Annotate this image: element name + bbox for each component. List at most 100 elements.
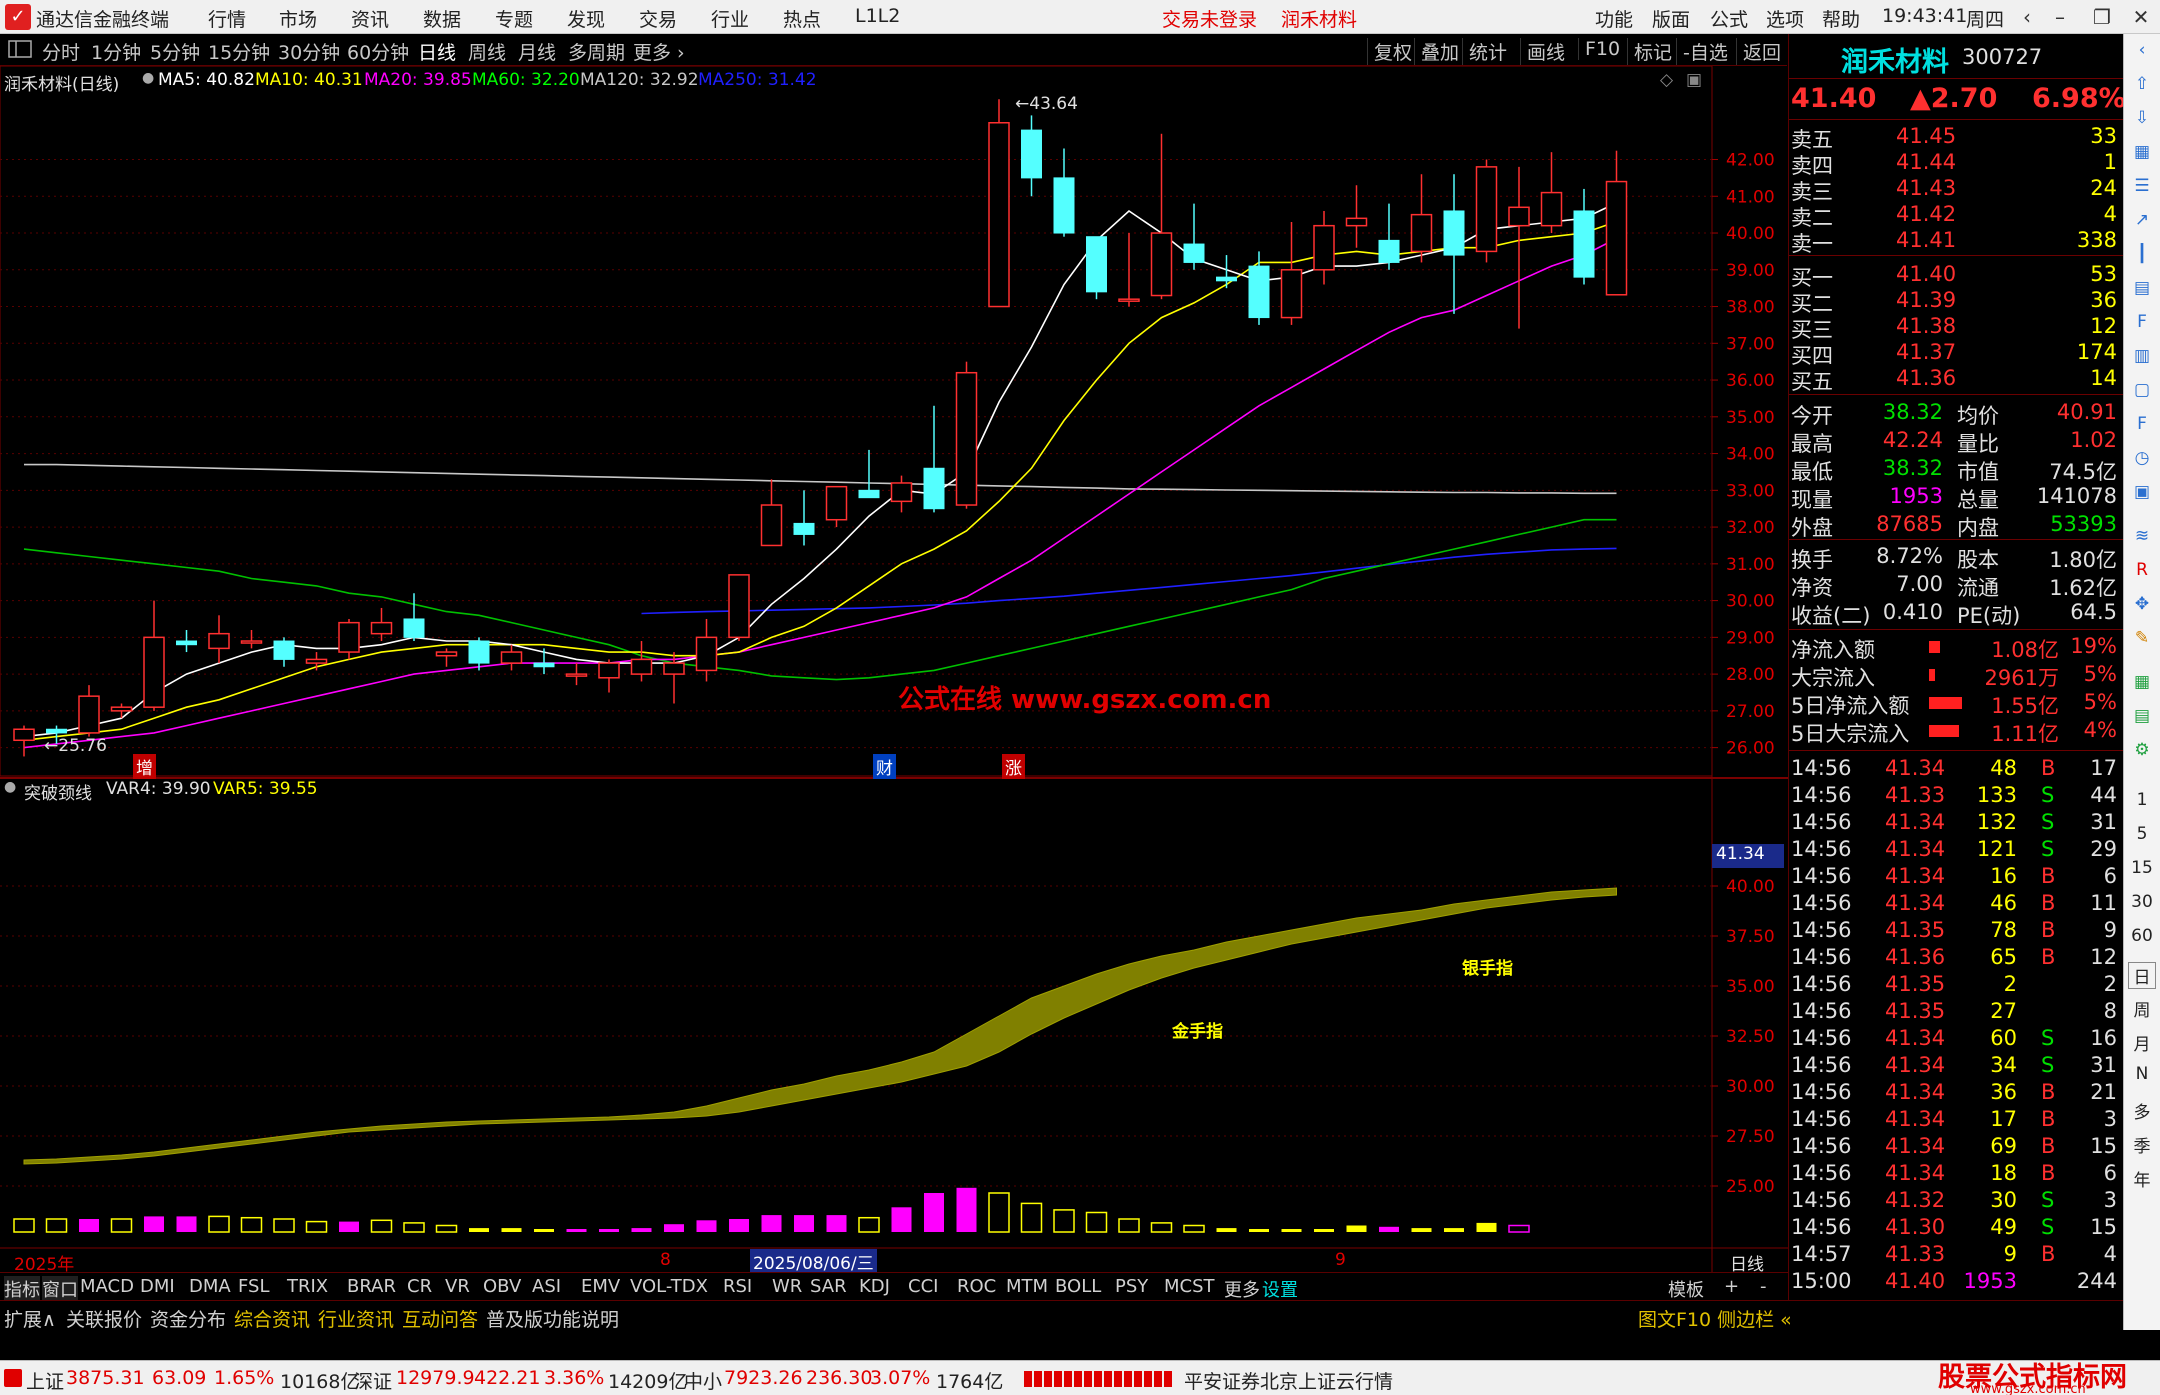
strip-label-5[interactable]: 5 <box>2128 824 2156 844</box>
indicator-tab[interactable]: 指标 <box>4 1276 40 1302</box>
strip-label-multi[interactable]: 多 <box>2128 1098 2156 1123</box>
period-multi[interactable]: 多周期 <box>568 38 625 65</box>
wave-icon[interactable]: ≋ <box>2130 524 2154 548</box>
indicator-tab[interactable]: RSI <box>723 1276 752 1297</box>
sub-chart-caret-icon[interactable]: ● <box>4 779 16 795</box>
strip-label-n[interactable]: N <box>2128 1064 2156 1084</box>
indicator-tab[interactable]: CCI <box>908 1276 938 1297</box>
menu-bangzhu[interactable]: 帮助 <box>1822 5 1860 32</box>
bid-row[interactable]: 买三 41.38 12 <box>1789 314 2123 342</box>
grid-icon[interactable]: ▥ <box>2130 344 2154 368</box>
period-1min[interactable]: 1分钟 <box>91 38 141 65</box>
strip-label-quarter[interactable]: 季 <box>2128 1132 2156 1157</box>
indicator-tab[interactable]: MTM <box>1006 1276 1048 1297</box>
indicator-tab[interactable]: BRAR <box>347 1276 396 1297</box>
table-icon[interactable]: ▤ <box>2130 276 2154 300</box>
indicator-tab[interactable]: CR <box>407 1276 432 1297</box>
period-5min[interactable]: 5分钟 <box>150 38 200 65</box>
indicator-tab[interactable]: DMI <box>140 1276 175 1297</box>
indicator-tab[interactable]: 窗口 <box>42 1276 78 1302</box>
clock-icon[interactable]: ◷ <box>2130 446 2154 470</box>
collapse-icon[interactable]: ‹ <box>2130 38 2154 62</box>
trade-login-status[interactable]: 交易未登录 <box>1162 5 1257 32</box>
sh-label[interactable]: 上证 <box>26 1367 64 1394</box>
side-panel-toggle[interactable]: 图文F10 侧边栏 « <box>1638 1305 1792 1332</box>
strip-label-15[interactable]: 15 <box>2128 858 2156 878</box>
broker-server[interactable]: 平安证券北京上证云行情 <box>1184 1367 1393 1394</box>
menu-hangqing[interactable]: 行情 <box>208 5 246 32</box>
menu-l1l2[interactable]: L1L2 <box>855 5 900 27</box>
add-pane-button[interactable]: + <box>1724 1276 1739 1297</box>
tool-fuquan[interactable]: 复权 <box>1367 38 1418 65</box>
period-monthly[interactable]: 月线 <box>518 38 556 65</box>
back-arrow-icon[interactable]: ‹ <box>2012 3 2042 31</box>
strip-label-year[interactable]: 年 <box>2128 1166 2156 1191</box>
menu-redian[interactable]: 热点 <box>783 5 821 32</box>
strip-label-month[interactable]: 月 <box>2128 1030 2156 1055</box>
indicator-tab[interactable]: WR <box>772 1276 802 1297</box>
arrow-up-icon[interactable]: ⇧ <box>2130 72 2154 96</box>
ask-row[interactable]: 卖三 41.43 24 <box>1789 176 2123 204</box>
chart-icon[interactable]: ▦ <box>2130 140 2154 164</box>
sz-label[interactable]: 深证 <box>354 1367 392 1394</box>
indicator-tab[interactable]: SAR <box>810 1276 847 1297</box>
menu-zixun[interactable]: 资讯 <box>351 5 389 32</box>
menu-faxian[interactable]: 发现 <box>567 5 605 32</box>
menu-gongneng[interactable]: 功能 <box>1595 5 1633 32</box>
bid-row[interactable]: 买二 41.39 36 <box>1789 288 2123 316</box>
strip-label-60[interactable]: 60 <box>2128 926 2156 946</box>
kline-icon[interactable]: ┃ <box>2130 242 2154 266</box>
template-button[interactable]: 模板 <box>1668 1276 1704 1302</box>
tool-tongji[interactable]: 统计 <box>1462 38 1513 65</box>
menu-jiaoyi[interactable]: 交易 <box>639 5 677 32</box>
ask-row[interactable]: 卖四 41.44 1 <box>1789 150 2123 178</box>
period-daily[interactable]: 日线 <box>418 38 456 65</box>
indicator-tab[interactable]: EMV <box>581 1276 620 1297</box>
indicator-tab[interactable]: ASI <box>532 1276 561 1297</box>
info-tab[interactable]: 扩展∧ <box>4 1305 56 1332</box>
remove-pane-button[interactable]: - <box>1760 1276 1767 1297</box>
f2-icon[interactable]: F <box>2130 412 2154 436</box>
chart-title-caret-icon[interactable]: ● <box>142 70 154 86</box>
indicator-tab[interactable]: PSY <box>1115 1276 1148 1297</box>
kline-chart[interactable]: 42.00 41.00 40.00 39.00 38.00 37.00 36.00 35.00… <box>0 66 1788 1272</box>
menu-hangye[interactable]: 行业 <box>711 5 749 32</box>
info-tab[interactable]: 综合资讯 <box>234 1305 310 1332</box>
sidebar-toggle-icon[interactable] <box>8 39 34 59</box>
period-more[interactable]: 更多 › <box>633 38 685 65</box>
indicator-tab[interactable]: BOLL <box>1055 1276 1101 1297</box>
trend-icon[interactable]: ↗ <box>2130 208 2154 232</box>
zx-label[interactable]: 中小 <box>684 1367 722 1394</box>
indicator-tab[interactable]: ROC <box>957 1276 996 1297</box>
menu-xuanxiang[interactable]: 选项 <box>1766 5 1804 32</box>
ask-row[interactable]: 卖二 41.42 4 <box>1789 202 2123 230</box>
indicator-tab[interactable]: MCST <box>1164 1276 1215 1297</box>
indicator-tab[interactable]: 设置 <box>1262 1276 1298 1302</box>
marker-zhang[interactable]: 涨 <box>1002 754 1025 779</box>
tool-huaxian[interactable]: 画线 <box>1520 38 1571 65</box>
settings-icon[interactable]: ⚙ <box>2130 738 2154 762</box>
tool-zixuan[interactable]: -自选 <box>1676 38 1734 65</box>
bid-row[interactable]: 买五 41.36 14 <box>1789 366 2123 394</box>
menu-zhuanti[interactable]: 专题 <box>495 5 533 32</box>
menu-shuju[interactable]: 数据 <box>423 5 461 32</box>
chart-options-icon[interactable]: ◇ <box>1660 70 1673 90</box>
arrow-down-icon[interactable]: ⇩ <box>2130 106 2154 130</box>
f10-icon[interactable]: F <box>2130 310 2154 334</box>
chart-layout-icon[interactable]: ▣ <box>1686 70 1702 90</box>
minimize-icon[interactable]: – <box>2045 3 2075 31</box>
indicator-tab[interactable]: DMA <box>189 1276 231 1297</box>
strip-label-week[interactable]: 周 <box>2128 996 2156 1021</box>
strip-label-1[interactable]: 1 <box>2128 790 2156 810</box>
indicator-tab[interactable]: MACD <box>80 1276 134 1297</box>
strip-label-30[interactable]: 30 <box>2128 892 2156 912</box>
period-fenshi[interactable]: 分时 <box>42 38 80 65</box>
indicator-tab[interactable]: FSL <box>238 1276 270 1297</box>
export-icon[interactable]: ▤ <box>2130 704 2154 728</box>
crosshair-icon[interactable]: ✥ <box>2130 592 2154 616</box>
marker-zeng[interactable]: 增 <box>133 754 156 779</box>
period-weekly[interactable]: 周线 <box>468 38 506 65</box>
restore-icon[interactable]: ❐ <box>2087 3 2117 31</box>
menu-shichang[interactable]: 市场 <box>279 5 317 32</box>
info-tab[interactable]: 普及版功能说明 <box>486 1305 619 1332</box>
